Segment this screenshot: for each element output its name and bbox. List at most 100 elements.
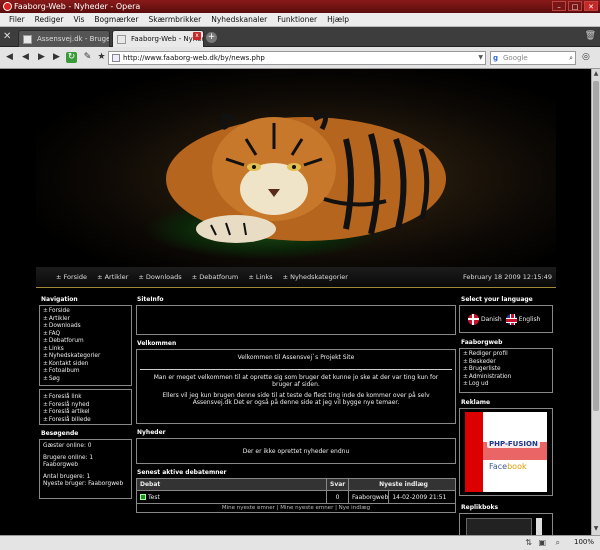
account-item[interactable]: ±Administration <box>463 374 549 382</box>
danish-flag-icon <box>468 313 479 325</box>
account-item-label: Brugerliste <box>468 366 501 372</box>
tools-icon[interactable]: ✕ <box>3 31 15 43</box>
account-item[interactable]: ±Brugerliste <box>463 366 549 374</box>
nav-link-label: Forside <box>63 273 87 281</box>
trash-icon[interactable]: 🗑 <box>585 31 596 41</box>
suggest-item[interactable]: ±Foreslå artikel <box>43 409 128 417</box>
menu-tools[interactable]: Funktioner <box>272 13 322 26</box>
news-box: Der er ikke oprettet nyheder endnu <box>136 438 456 464</box>
nav-link-downloads[interactable]: ± Downloads <box>138 273 185 281</box>
fast-forward-icon[interactable]: ▶ <box>51 52 62 63</box>
nav-link-label: Debatforum <box>199 273 239 281</box>
newest-user[interactable]: Nyeste bruger: Faaborgweb <box>43 481 128 489</box>
nav-item[interactable]: ±Søg <box>43 376 128 384</box>
debate-author[interactable]: Faaborgweb <box>347 490 390 504</box>
edit-icon[interactable]: ✎ <box>82 52 93 63</box>
menu-help[interactable]: Hjælp <box>322 13 354 26</box>
nav-link-links[interactable]: ± Links <box>248 273 276 281</box>
view-icon[interactable]: ▣ <box>538 538 546 547</box>
tab-faaborg[interactable]: Faaborg-Web - Nyheder x <box>112 30 204 47</box>
search-input[interactable]: g Google ⌕ <box>490 51 576 65</box>
lang-english[interactable]: English <box>505 313 540 325</box>
nav-item[interactable]: ±Artikler <box>43 316 128 324</box>
scroll-down-icon[interactable]: ▼ <box>592 525 600 534</box>
account-item[interactable]: ±Rediger profil <box>463 351 549 359</box>
debates-footer-links[interactable]: Mine nyeste emner | Mine nyeste emner | … <box>136 504 456 513</box>
nav-item[interactable]: ±Forside <box>43 308 128 316</box>
bookmark-star-icon[interactable]: ★ <box>96 52 107 63</box>
debate-topic: Test <box>148 493 160 501</box>
forward-icon[interactable]: ▶ <box>36 52 47 63</box>
suggest-item[interactable]: ±Foreslå nyhed <box>43 402 128 410</box>
account-item[interactable]: ±Log ud <box>463 381 549 389</box>
close-window-button[interactable]: ✕ <box>584 1 598 11</box>
ad-text: Facebook <box>489 462 527 471</box>
navigation-title: Navigation <box>41 296 78 303</box>
navigation-box: ±Forside ±Artikler ±Downloads ±FAQ ±Deba… <box>39 305 132 386</box>
search-icon[interactable]: ⌕ <box>569 52 573 64</box>
nav-link-news-categories[interactable]: ± Nyhedskategorier <box>283 273 352 281</box>
vertical-scrollbar[interactable]: ▲ ▼ <box>591 69 600 535</box>
siteinfo-box <box>136 305 456 335</box>
ad-title: Reklame <box>461 399 491 406</box>
title-bar: Faaborg-Web - Nyheder - Opera – □ ✕ <box>0 0 600 13</box>
account-item-label: Log ud <box>468 381 489 387</box>
shoutbox-scrollbar[interactable] <box>536 518 542 535</box>
lang-danish[interactable]: Danish <box>468 313 502 325</box>
tiger-image <box>166 113 446 243</box>
network-icon[interactable]: ⇅ <box>525 538 532 547</box>
minimize-button[interactable]: – <box>552 1 566 11</box>
back-icon[interactable]: ◀ <box>4 52 15 63</box>
nav-item[interactable]: ±Debatforum <box>43 338 128 346</box>
nav-link-articles[interactable]: ± Artikler <box>97 273 132 281</box>
nav-link-forum[interactable]: ± Debatforum <box>192 273 243 281</box>
reload-icon[interactable]: ↻ <box>66 52 77 63</box>
scroll-thumb[interactable] <box>593 81 599 411</box>
menu-edit[interactable]: Rediger <box>30 13 69 26</box>
suggest-item-label: Foreslå nyhed <box>48 401 90 408</box>
shoutbox-area[interactable] <box>466 518 532 535</box>
rewind-icon[interactable]: ◀ <box>20 52 31 63</box>
turbo-icon[interactable]: ◎ <box>582 52 590 62</box>
ad-text-part: book <box>507 462 527 471</box>
debate-topic-cell[interactable]: Test <box>136 490 327 504</box>
suggest-item[interactable]: ±Foreslå link <box>43 394 128 402</box>
col-debate: Debat <box>136 478 327 491</box>
suggest-item-label: Foreslå link <box>48 394 82 400</box>
menu-widgets[interactable]: Skærmbrikker <box>143 13 206 26</box>
nav-item[interactable]: ±Kontakt siden <box>43 361 128 369</box>
col-replies: Svar <box>326 478 349 491</box>
nav-item[interactable]: ±FAQ <box>43 331 128 339</box>
suggest-item[interactable]: ±Foreslå billede <box>43 417 128 425</box>
nav-item[interactable]: ±Links <box>43 346 128 354</box>
chevron-down-icon[interactable]: ▼ <box>478 52 483 64</box>
zoom-level[interactable]: 100% <box>574 538 594 546</box>
nav-link-home[interactable]: ± Forside <box>56 273 91 281</box>
tab-assensvej[interactable]: Assensvej.dk - Brugerp... <box>18 30 110 47</box>
welcome-title: Velkommen <box>137 340 177 347</box>
maximize-button[interactable]: □ <box>568 1 582 11</box>
welcome-box: Velkommen til Assensvej`s Projekt Site M… <box>136 349 456 424</box>
menu-feeds[interactable]: Nyhedskanaler <box>206 13 272 26</box>
account-box: ±Rediger profil ±Beskeder ±Brugerliste ±… <box>459 348 553 393</box>
nav-item[interactable]: ±Downloads <box>43 323 128 331</box>
online-user[interactable]: Faaborgweb <box>43 462 128 470</box>
left-column: Navigation ±Forside ±Artikler ±Downloads… <box>39 294 132 499</box>
window-controls: – □ ✕ <box>552 1 598 11</box>
new-tab-button[interactable]: + <box>206 32 217 43</box>
ad-banner[interactable]: PHP-FUSION Facebook <box>465 412 547 492</box>
shoutbox <box>459 513 553 535</box>
nav-item[interactable]: ±Nyhedskategorier <box>43 353 128 361</box>
close-tab-icon[interactable]: x <box>193 32 201 40</box>
account-item[interactable]: ±Beskeder <box>463 359 549 367</box>
zoom-icon[interactable]: ⌕ <box>556 538 560 548</box>
col-latest: Nyeste indlæg <box>348 478 456 491</box>
menu-file[interactable]: Filer <box>4 13 30 26</box>
scroll-up-icon[interactable]: ▲ <box>592 70 600 79</box>
menu-view[interactable]: Vis <box>68 13 89 26</box>
ad-text-part: Face <box>489 462 508 471</box>
address-input[interactable]: http://www.faaborg-web.dk/by/news.php ▼ <box>108 51 486 65</box>
siteinfo-title: SiteInfo <box>137 296 164 303</box>
menu-bookmarks[interactable]: Bogmærker <box>89 13 143 26</box>
nav-item[interactable]: ±Fotoalbum <box>43 368 128 376</box>
